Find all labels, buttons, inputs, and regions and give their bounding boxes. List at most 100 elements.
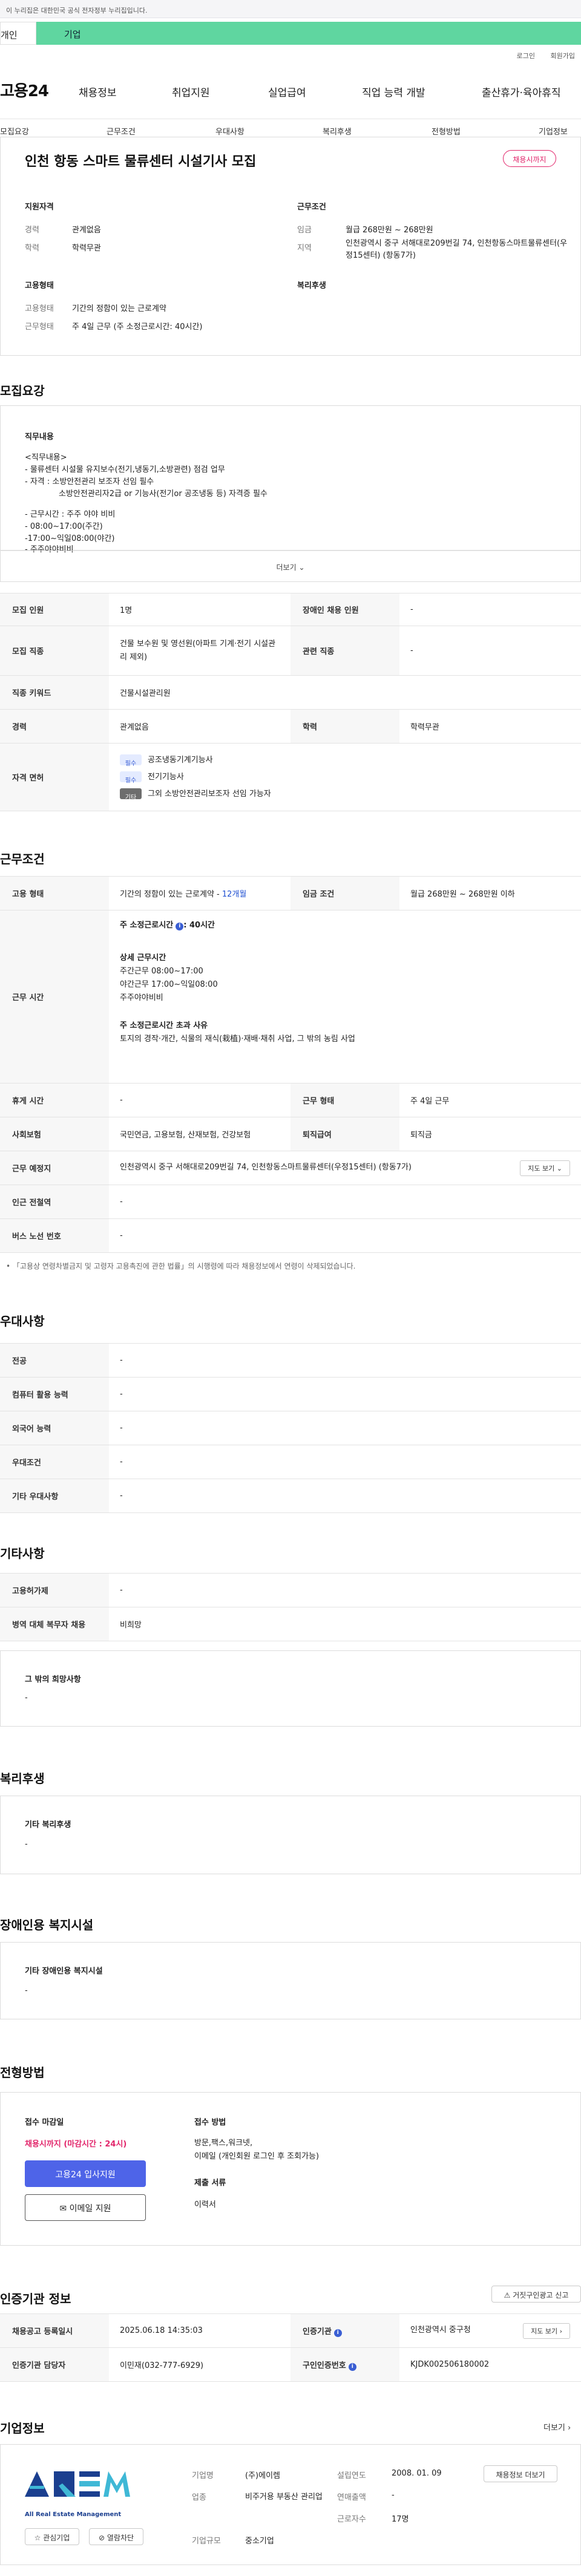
emp-type-label: 고용형태 [25, 304, 54, 313]
gov-notice-text: 이 누리집은 대한민국 공식 전자정부 누리집입니다. [6, 7, 148, 15]
keyword-value: 건물시설관리원 [109, 675, 581, 710]
place-cell: 인천광역시 중구 서해대로209번길 74, 인천항동스마트물류센터(우정15센… [109, 1151, 581, 1185]
anchor-process[interactable]: 전형방법 [432, 125, 461, 137]
login-link[interactable]: 로그인 [517, 52, 535, 60]
keyword-label: 직종 키워드 [0, 675, 109, 710]
required-tag: 필수 [120, 771, 142, 784]
signup-link[interactable]: 회원가입 [551, 52, 575, 60]
star-icon: ☆ [34, 2534, 41, 2542]
anchor-company[interactable]: 기업정보 [539, 125, 568, 137]
career-label: 경력 [0, 709, 109, 744]
wage-label: 임금 [297, 226, 312, 235]
overtime-heading: 주 소정근로시간 초과 사유 [120, 1021, 208, 1030]
detail-hours-line: 야간근무 17:00~익일08:00 [120, 980, 218, 989]
table-row: 경력 관계없음 학력 학력무관 [0, 709, 581, 744]
recruit-table: 모집 인원 1명 장애인 채용 인원 - 모집 직종 건물 보수원 및 영선원(… [0, 593, 581, 811]
wage-value: 월급 268만원 ~ 268만원 이하 [399, 876, 581, 910]
favorite-company-button[interactable]: ☆ 관심기업 [25, 2528, 79, 2545]
global-nav: 고용24 채용정보 취업지원 실업급여 직업 능력 개발 출산휴가·육아휴직 [0, 79, 581, 109]
gnb-item-parental-leave[interactable]: 출산휴가·육아휴직 [482, 84, 561, 99]
detail-hours-line: 주간근무 08:00~17:00 [120, 967, 203, 976]
wage-value: 월급 268만원 ~ 268만원 [346, 226, 433, 235]
disabled-value: - [25, 1986, 28, 1995]
job-title: 인천 항동 스마트 물류센터 시설기사 모집 [25, 154, 257, 169]
duty-more-button[interactable]: 더보기 ⌄ [0, 551, 581, 582]
email-apply-button[interactable]: ✉ 이메일 지원 [25, 2194, 146, 2221]
preference-heading: 우대사항 [0, 1314, 45, 1329]
extra-wish-heading: 그 밖의 희망사항 [25, 1675, 81, 1684]
edu-label: 학력 [25, 244, 39, 253]
subway-label: 인근 전철역 [0, 1185, 109, 1219]
table-row: 근무 예정지 인천광역시 중구 서해대로209번길 74, 인천항동스마트물류센… [0, 1151, 581, 1185]
license-item: 기타 그외 소방안전관리보조자 선임 가능자 [120, 786, 570, 803]
user-type-tabs: 개인 기업 [0, 22, 581, 45]
tab-company[interactable]: 기업 [36, 22, 581, 45]
shift-label: 근무 형태 [290, 1083, 399, 1117]
mail-icon: ✉ [59, 2204, 67, 2214]
info-icon[interactable]: i [348, 2362, 356, 2371]
place-label: 근무 예정지 [0, 1151, 109, 1185]
gnb-item-vocational-training[interactable]: 직업 능력 개발 [362, 84, 425, 99]
place-value: 인천광역시 중구 서해대로209번길 74, 인천항동스마트물류센터(우정15센… [120, 1162, 412, 1172]
tab-personal[interactable]: 개인 [0, 22, 36, 45]
table-row: 버스 노선 번호 - [0, 1218, 581, 1253]
gnb-item-jobs[interactable]: 채용정보 [79, 84, 117, 99]
duty-box: 직무내용 <직무내용> - 물류센터 시설물 유지보수(전기,냉동기,소방관련)… [0, 405, 581, 554]
apply-button[interactable]: 고용24 입사지원 [25, 2160, 146, 2187]
detail-hours-line: 주주야야비비 [120, 993, 163, 1002]
process-heading: 전형방법 [0, 2065, 45, 2080]
table-row: 사회보험 국민연금, 고용보험, 산재보험, 건강보험 퇴직급여 퇴직금 [0, 1117, 581, 1151]
table-row: 고용 형태 기간의 정함이 있는 근로계약 - 12개월 임금 조건 월급 26… [0, 876, 581, 910]
weekly-hours: 주 소정근로시간 i: 40시간 [120, 921, 215, 930]
subway-value: - [109, 1185, 581, 1219]
license-item: 필수 전기기능사 [120, 769, 570, 786]
required-tag: 필수 [120, 754, 142, 767]
anchor-recruit[interactable]: 모집요강 [0, 125, 29, 137]
company-jobs-button[interactable]: 채용정보 더보기 [484, 2465, 557, 2482]
company-logo-graphic [25, 2471, 130, 2497]
conditions-heading: 근무조건 [0, 852, 45, 866]
work-type-label: 근무형태 [25, 322, 54, 332]
site-logo[interactable]: 고용24 [0, 79, 49, 101]
retire-label: 퇴직급여 [290, 1117, 399, 1151]
company-scale: 중소기업 [245, 2537, 274, 2546]
anchor-conditions[interactable]: 근무조건 [107, 125, 136, 137]
extra-wish-value: - [25, 1693, 28, 1702]
table-row: 우대조건 - [0, 1445, 581, 1479]
table-row: 모집 직종 건물 보수원 및 영선원(아파트 기계·전기 시설관리 제외) 관련… [0, 626, 581, 676]
table-row: 근무 시간 주 소정근로시간 i: 40시간 상세 근무시간 주간근무 08:00… [0, 910, 581, 1084]
agency-table: 채용공고 등록일시 2025.06.18 14:35:03 인증기관 i 인천광역… [0, 2313, 581, 2382]
edu-value: 학력무관 [72, 244, 101, 253]
duty-heading: 직무내용 [25, 433, 54, 442]
anchor-welfare[interactable]: 복리후생 [323, 125, 352, 137]
manager-value: 이민재(032-777-6929) [109, 2347, 290, 2382]
disabled-heading: 장애인용 복지시설 [0, 1918, 94, 1932]
block-company-button[interactable]: ⊘ 열람차단 [89, 2528, 143, 2545]
license-list: 필수 공조냉동기계기능사 필수 전기기능사 기타 그외 소방안전관리보조자 선임 가능… [109, 743, 581, 811]
work-type-value: 주 4일 근무 (주 소정근로시간: 40시간) [72, 322, 203, 332]
num-value: KJDK002506180002 [399, 2347, 581, 2382]
info-icon[interactable]: i [176, 923, 184, 930]
table-row: 채용공고 등록일시 2025.06.18 14:35:03 인증기관 i 인천광역… [0, 2313, 581, 2348]
org-map-button[interactable]: 지도 보기 › [523, 2323, 570, 2339]
info-icon[interactable]: i [333, 2329, 342, 2337]
age-notice: • 「고용상 연령차별금지 및 고령자 고용촉진에 관한 법률」의 시행령에 따… [6, 1262, 356, 1270]
gnb-item-employment-support[interactable]: 취업지원 [172, 84, 210, 99]
gnb-item-unemployment-benefit[interactable]: 실업급여 [268, 84, 306, 99]
org-label: 인증기관 i [290, 2313, 399, 2348]
career-value: 관계없음 [109, 709, 290, 744]
license-label: 자격 면허 [0, 743, 109, 811]
retire-value: 퇴직금 [399, 1117, 581, 1151]
company-more-link[interactable]: 더보기 › [543, 2421, 571, 2433]
job-value: 건물 보수원 및 영선원(아파트 기계·전기 시설관리 제외) [109, 626, 290, 676]
gov-notice-bar: 이 누리집은 대한민국 공식 전자정부 누리집입니다. [0, 0, 581, 18]
map-button[interactable]: 지도 보기 ⌄ [520, 1160, 570, 1176]
contract-months: 12개월 [222, 890, 247, 899]
job-label: 모집 직종 [0, 626, 109, 676]
anchor-preference[interactable]: 우대사항 [215, 125, 245, 137]
report-fake-ad-button[interactable]: ⚠ 거짓구인광고 신고 [491, 2286, 581, 2303]
edu-label: 학력 [290, 709, 399, 744]
edu-value: 학력무관 [399, 709, 581, 744]
company-sales: - [392, 2491, 395, 2500]
org-cell: 인천광역시 중구청 지도 보기 › [399, 2313, 581, 2348]
